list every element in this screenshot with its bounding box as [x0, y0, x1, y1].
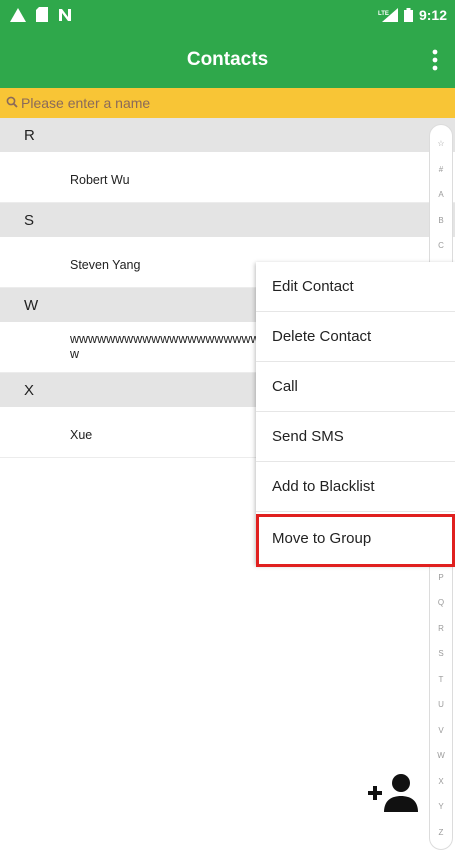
index-letter[interactable]: ☆ [430, 139, 452, 148]
n-app-icon [59, 8, 71, 21]
index-letter[interactable]: T [430, 675, 452, 684]
index-letter[interactable]: V [430, 726, 452, 735]
contact-name: Steven Yang [70, 258, 141, 272]
menu-item-call[interactable]: Call [256, 362, 455, 412]
page-title: Contacts [186, 49, 269, 70]
index-letter[interactable]: # [430, 165, 452, 174]
index-letter[interactable]: C [430, 241, 452, 250]
search-input[interactable] [21, 91, 441, 115]
index-letter[interactable]: B [430, 216, 452, 225]
svg-text:LTE: LTE [378, 11, 389, 17]
contact-name: Robert Wu [70, 173, 130, 187]
index-letter[interactable]: Y [430, 802, 452, 811]
section-header-s: S [0, 203, 455, 237]
menu-item-edit-contact[interactable]: Edit Contact [256, 262, 455, 312]
search-bar [0, 88, 455, 118]
menu-item-send-sms[interactable]: Send SMS [256, 412, 455, 462]
index-letter[interactable]: S [430, 649, 452, 658]
search-icon [6, 96, 18, 108]
menu-item-delete-contact[interactable]: Delete Contact [256, 312, 455, 362]
contact-name: Xue [70, 428, 93, 442]
index-letter[interactable]: Z [430, 828, 452, 837]
index-letter[interactable]: A [430, 190, 452, 199]
menu-item-move-to-group[interactable]: Move to Group [256, 514, 455, 564]
index-letter[interactable]: X [430, 777, 452, 786]
warning-icon [10, 7, 26, 22]
section-header-r: R [0, 118, 455, 152]
sd-card-icon [36, 7, 48, 22]
index-letter[interactable]: Q [430, 598, 452, 607]
index-letter[interactable]: W [430, 751, 452, 760]
app-bar: Contacts [0, 32, 455, 88]
contact-row-robert-wu[interactable]: Robert Wu [0, 152, 455, 203]
index-letter[interactable]: R [430, 624, 452, 633]
more-vert-icon[interactable] [423, 44, 447, 76]
menu-item-add-to-blacklist[interactable]: Add to Blacklist [256, 462, 455, 512]
status-bar: LTE 9:12 [0, 0, 455, 32]
status-time: 9:12 [418, 7, 447, 23]
battery-icon [403, 8, 413, 22]
add-person-icon[interactable] [366, 770, 422, 814]
index-letter[interactable]: P [430, 573, 452, 582]
index-letter[interactable]: U [430, 700, 452, 709]
context-menu: Edit Contact Delete Contact Call Send SM… [256, 262, 455, 565]
signal-icon: LTE [378, 8, 398, 22]
contact-name: wwwwwwwwwwwwwwwwwwwwww [70, 332, 260, 361]
